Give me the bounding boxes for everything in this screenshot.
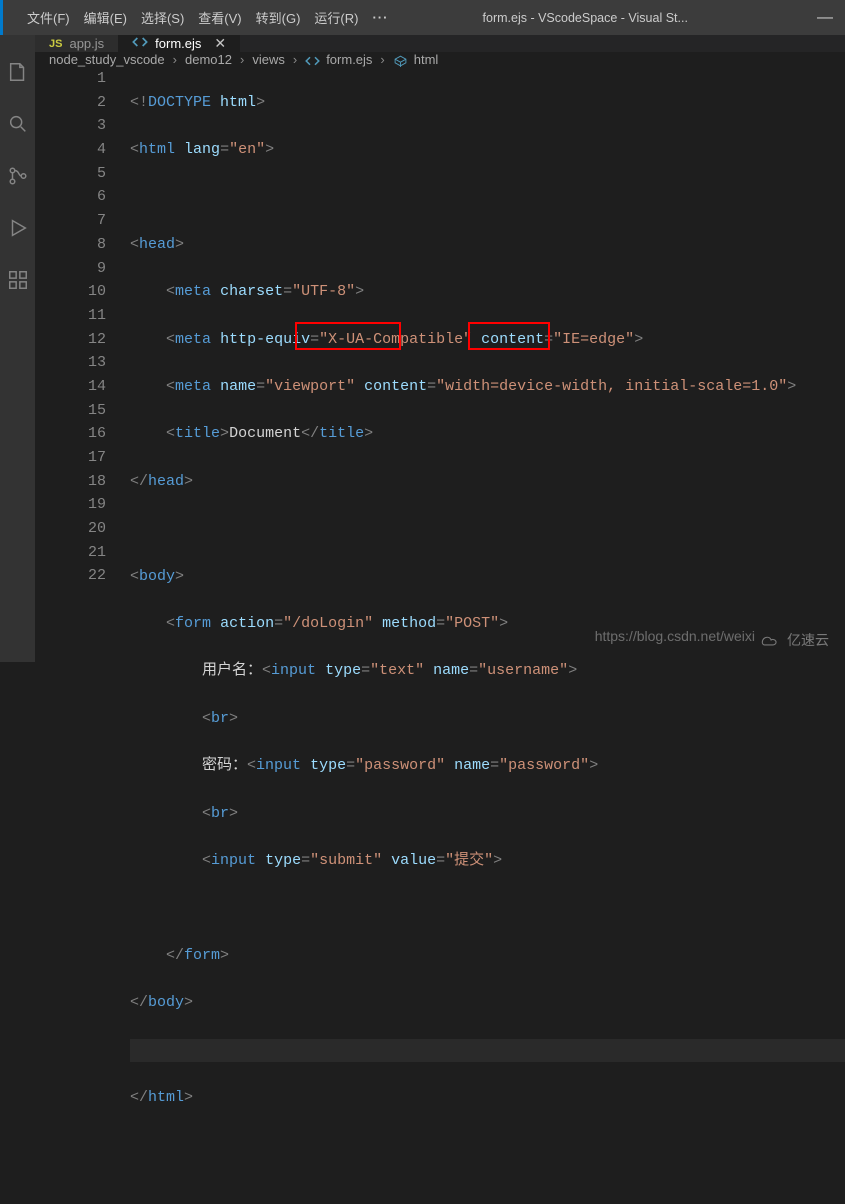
chevron-right-icon: › xyxy=(380,52,384,67)
chevron-right-icon: › xyxy=(173,52,177,67)
tab-form-ejs[interactable]: form.ejs ✕ xyxy=(118,35,240,52)
search-icon[interactable] xyxy=(6,112,30,136)
line-numbers: 12345678910111213141516171819202122 xyxy=(35,67,130,1204)
menu-select[interactable]: 选择(S) xyxy=(134,4,191,31)
ejs-icon xyxy=(305,52,320,67)
menubar: 文件(F) 编辑(E) 选择(S) 查看(V) 转到(G) 运行(R) ··· … xyxy=(0,0,845,35)
yisu-logo: 亿速云 xyxy=(751,626,837,654)
crumb[interactable]: html xyxy=(414,52,439,67)
chevron-right-icon: › xyxy=(240,52,244,67)
crumb[interactable]: node_study_vscode xyxy=(49,52,165,67)
watermark-text: https://blog.csdn.net/weixi xyxy=(595,628,755,644)
menu-view[interactable]: 查看(V) xyxy=(191,4,248,31)
activity-bar xyxy=(0,35,35,662)
menu-edit[interactable]: 编辑(E) xyxy=(77,4,134,31)
files-icon[interactable] xyxy=(6,60,30,84)
tab-label: app.js xyxy=(69,36,104,51)
minimize-button[interactable]: — xyxy=(805,9,845,27)
crumb[interactable]: views xyxy=(252,52,285,67)
cube-icon xyxy=(393,52,408,67)
run-debug-icon[interactable] xyxy=(6,216,30,240)
breadcrumb: node_study_vscode › demo12 › views › for… xyxy=(35,52,845,67)
window-title: form.ejs - VScodeSpace - Visual St... xyxy=(395,11,805,25)
current-line xyxy=(130,1039,845,1063)
chevron-right-icon: › xyxy=(293,52,297,67)
menu-file[interactable]: 文件(F) xyxy=(20,4,77,31)
js-icon: JS xyxy=(49,38,62,50)
tab-label: form.ejs xyxy=(155,36,201,51)
menu-goto[interactable]: 转到(G) xyxy=(249,4,308,31)
menu-run[interactable]: 运行(R) xyxy=(307,4,365,31)
close-icon[interactable]: ✕ xyxy=(214,35,226,52)
crumb[interactable]: form.ejs xyxy=(326,52,372,67)
crumb[interactable]: demo12 xyxy=(185,52,232,67)
menu-overflow[interactable]: ··· xyxy=(365,6,395,29)
tab-app-js[interactable]: JS app.js xyxy=(35,35,118,52)
source-control-icon[interactable] xyxy=(6,164,30,188)
ejs-icon xyxy=(132,35,148,52)
tab-bar: JS app.js form.ejs ✕ xyxy=(35,35,845,52)
extensions-icon[interactable] xyxy=(6,268,30,292)
